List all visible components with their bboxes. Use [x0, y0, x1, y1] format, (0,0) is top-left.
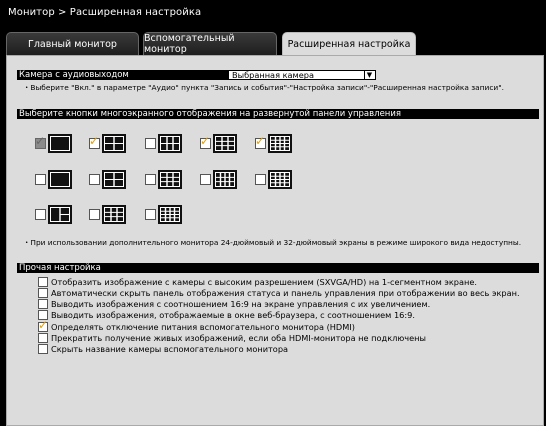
layout-frame	[104, 207, 124, 222]
option-label: Определять отключение питания вспомогате…	[51, 321, 355, 332]
layout-checkbox-16w[interactable]	[255, 174, 266, 185]
chevron-down-icon[interactable]: ▼	[364, 71, 374, 79]
option-checkbox[interactable]	[38, 344, 48, 355]
layout-checkbox-4-big[interactable]	[35, 209, 46, 220]
checkmark-icon: ✓	[35, 134, 46, 148]
layout-icon-16w[interactable]	[268, 170, 292, 189]
settings-window: Монитор > Расширенная настройка Главный …	[0, 0, 546, 426]
layout-checkbox-4w[interactable]	[89, 174, 100, 185]
tab-advanced-settings[interactable]: Расширенная настройка	[282, 32, 416, 56]
layout-checkbox-4[interactable]: ✓	[89, 134, 100, 149]
layout-icon-4-big[interactable]	[48, 205, 72, 224]
checkmark-icon: ✓	[255, 134, 266, 148]
option-checkbox[interactable]	[38, 299, 48, 310]
layout-icon-8[interactable]	[102, 205, 126, 224]
layout-grid-lines	[161, 173, 179, 186]
layout-grid-lines	[51, 173, 69, 186]
layout-grid-lines	[105, 137, 123, 150]
layout-checkbox-13[interactable]	[145, 209, 156, 220]
layout-checkbox-1w[interactable]	[35, 174, 46, 185]
option-label: Скрыть название камеры вспомогательного …	[51, 344, 289, 355]
layout-icon-13[interactable]	[158, 205, 182, 224]
layout-grid-lines	[271, 137, 289, 150]
layout-grid-lines	[161, 208, 179, 221]
layout-frame	[270, 172, 290, 187]
layout-grid-lines	[105, 208, 123, 221]
option-row[interactable]: Отобразить изображение с камеры с высоки…	[38, 276, 477, 287]
option-checkbox[interactable]: ✓	[38, 317, 49, 332]
layout-icon-4w[interactable]	[102, 170, 126, 189]
layout-frame	[160, 172, 180, 187]
checkmark-icon: ✓	[89, 134, 100, 148]
layout-icon-4[interactable]	[102, 134, 126, 153]
other-settings-label: Прочая настройка	[17, 263, 539, 273]
audio-camera-note: ・Выберите "Вкл." в параметре "Аудио" пун…	[23, 83, 504, 92]
layout-icon-16[interactable]	[268, 134, 292, 153]
layout-frame	[270, 136, 290, 151]
option-row[interactable]: ✓ Определять отключение питания вспомогат…	[38, 317, 355, 332]
layout-icon-1[interactable]	[48, 134, 72, 153]
option-checkbox[interactable]	[38, 333, 48, 343]
checkmark-icon: ✓	[38, 317, 49, 332]
layout-grid-lines	[105, 173, 123, 186]
option-label: Выводить изображения, отображаемые в окн…	[51, 310, 415, 321]
layout-frame	[160, 207, 180, 222]
tab-main-monitor[interactable]: Главный монитор	[6, 32, 139, 55]
layout-frame	[50, 207, 70, 222]
layout-frame	[50, 136, 70, 151]
layout-grid-lines	[51, 137, 69, 150]
layout-frame	[160, 136, 180, 151]
option-label: Автоматически скрыть панель отображения …	[51, 287, 520, 298]
option-row[interactable]: Выводить изображения с соотношением 16:9…	[38, 299, 430, 310]
layout-icon-1w[interactable]	[48, 170, 72, 189]
option-row[interactable]: Автоматически скрыть панель отображения …	[38, 287, 520, 298]
layout-frame	[104, 136, 124, 151]
layout-checkbox-9w[interactable]	[145, 174, 156, 185]
option-label: Выводить изображения с соотношением 16:9…	[51, 299, 431, 310]
layout-icon-9w[interactable]	[158, 170, 182, 189]
option-checkbox[interactable]	[38, 287, 48, 298]
option-label: Прекратить получение живых изображений, …	[51, 333, 426, 343]
option-label: Отобразить изображение с камеры с высоки…	[51, 276, 478, 287]
layout-grid-lines	[216, 137, 234, 150]
option-row[interactable]: Прекратить получение живых изображений, …	[38, 333, 426, 344]
tab-sub-monitor[interactable]: Вспомогательный монитор	[143, 32, 277, 55]
breadcrumb: Монитор > Расширенная настройка	[8, 7, 202, 18]
layout-frame	[215, 136, 235, 151]
layout-grid-lines	[59, 208, 69, 221]
layout-frame	[215, 172, 235, 187]
layout-frame	[50, 172, 70, 187]
layout-grid-lines	[161, 137, 179, 150]
layout-checkbox-12w[interactable]	[200, 174, 211, 185]
layout-checkbox-16[interactable]: ✓	[255, 134, 266, 149]
layout-checkbox-1: ✓	[35, 134, 46, 149]
checkmark-icon: ✓	[200, 134, 211, 148]
multiscreen-label: Выберите кнопки многоэкранного отображен…	[17, 109, 539, 119]
audio-camera-label: Камера с аудиовыходом	[17, 70, 228, 80]
layout-icon-6[interactable]	[158, 134, 182, 153]
audio-camera-select-value: Выбранная камера	[232, 70, 314, 80]
option-checkbox[interactable]	[38, 276, 48, 287]
layout-icon-9[interactable]	[213, 134, 237, 153]
layout-icon-12w[interactable]	[213, 170, 237, 189]
option-row[interactable]: Выводить изображения, отображаемые в окн…	[38, 310, 415, 321]
layout-grid-lines	[271, 173, 289, 186]
multiscreen-note: ・При использовании дополнительного монит…	[23, 238, 522, 247]
audio-camera-select[interactable]: Выбранная камера ▼	[228, 70, 376, 80]
layout-frame	[104, 172, 124, 187]
layout-checkbox-6[interactable]	[145, 138, 156, 149]
layout-checkbox-9[interactable]: ✓	[200, 134, 211, 149]
layout-checkbox-8[interactable]	[89, 209, 100, 220]
layout-grid-lines	[216, 173, 234, 186]
option-row[interactable]: Скрыть название камеры вспомогательного …	[38, 344, 288, 355]
